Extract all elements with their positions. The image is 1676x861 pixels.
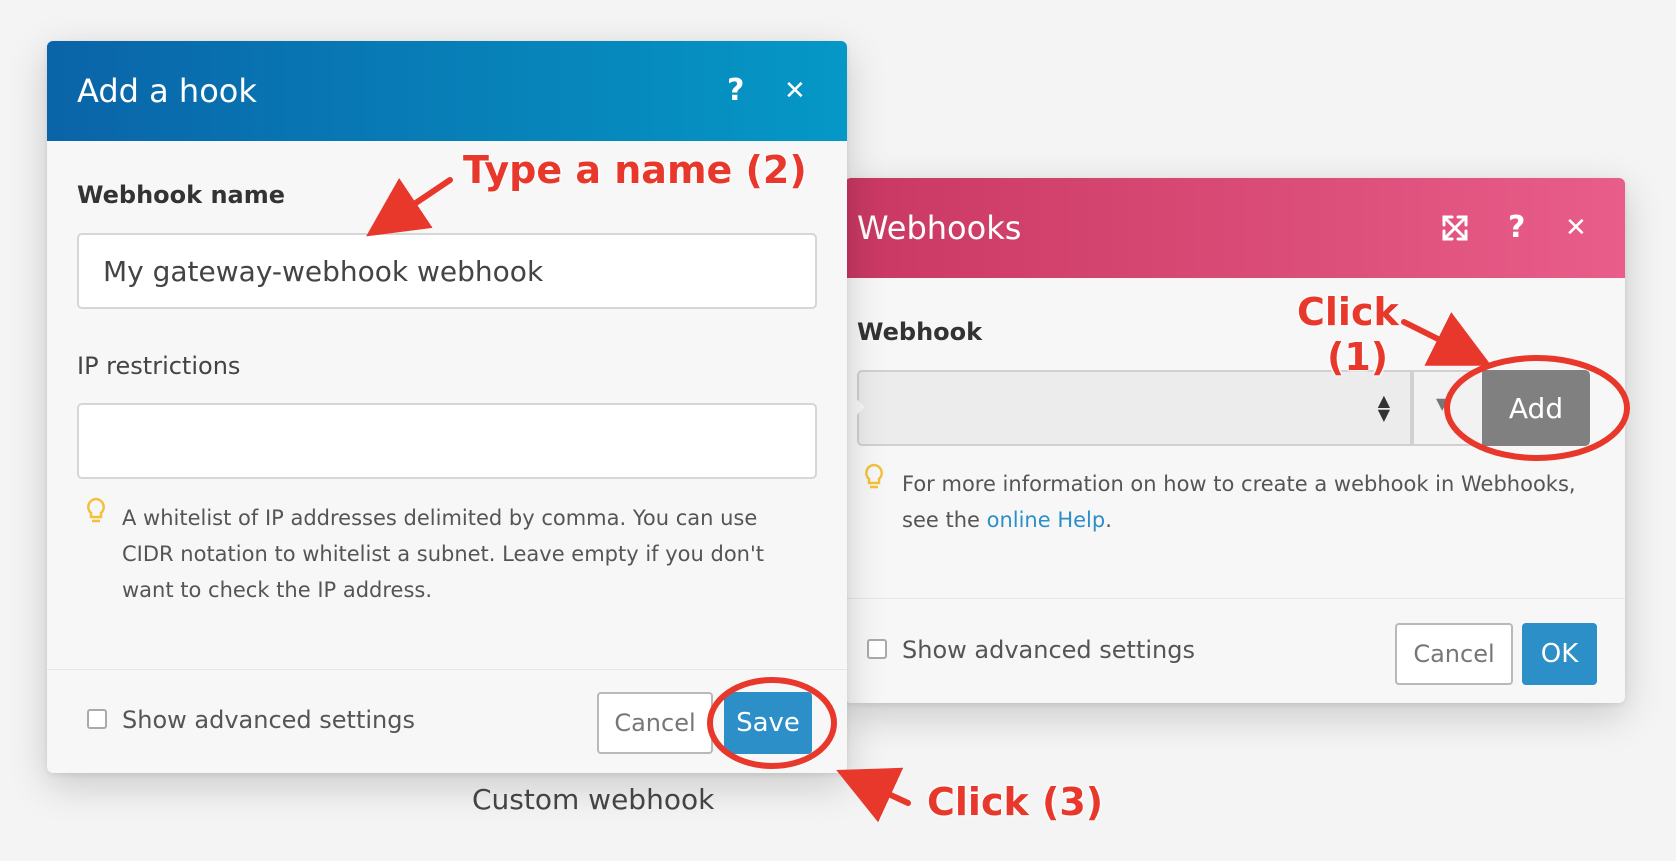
- webhook-field-label: Webhook: [857, 318, 983, 346]
- webhook-name-label: Webhook name: [77, 181, 286, 209]
- close-icon[interactable]: ✕: [1565, 178, 1587, 278]
- webhooks-cancel-button[interactable]: Cancel: [1395, 623, 1513, 685]
- webhooks-footer-divider: [845, 598, 1625, 599]
- webhook-dropdown-toggle[interactable]: ▼: [1412, 370, 1482, 446]
- help-prefix: see the: [902, 508, 987, 532]
- help-suffix: .: [1105, 508, 1112, 532]
- ip-restrictions-label: IP restrictions: [77, 352, 241, 380]
- webhooks-dialog: Webhooks ? ✕ Webhook ▲ ▼ ▼ Add For more i…: [845, 178, 1625, 703]
- webhook-select[interactable]: ▲ ▼: [857, 370, 1412, 446]
- help-icon[interactable]: ?: [1508, 178, 1525, 278]
- cancel-button[interactable]: Cancel: [597, 692, 713, 754]
- ip-restrictions-input[interactable]: [77, 403, 817, 479]
- annotation-click1-number: (1): [1327, 335, 1389, 379]
- add-webhook-button[interactable]: Add: [1482, 370, 1590, 446]
- annotation-click3: Click (3): [927, 780, 1104, 824]
- expand-icon[interactable]: [1440, 178, 1470, 284]
- webhook-name-input[interactable]: My gateway-webhook webhook: [77, 233, 817, 309]
- annotation-click1: Click: [1297, 290, 1399, 334]
- webhooks-help-line1: For more information on how to create a …: [902, 472, 1576, 496]
- ip-help-line3: want to check the IP address.: [122, 578, 433, 602]
- ip-help-line2: CIDR notation to whitelist a subnet. Lea…: [122, 542, 764, 566]
- save-button[interactable]: Save: [724, 692, 812, 754]
- lightbulb-icon: [863, 463, 885, 500]
- module-caption: Custom webhook: [472, 783, 715, 816]
- annotation-type-name: Type a name (2): [463, 148, 807, 192]
- advanced-settings-label: Show advanced settings: [122, 706, 415, 734]
- online-help-link[interactable]: online Help: [987, 508, 1106, 532]
- lightbulb-icon: [85, 497, 107, 534]
- add-hook-footer-divider: [47, 669, 847, 670]
- chevron-down-icon: ▼: [1436, 394, 1449, 413]
- ok-button[interactable]: OK: [1522, 623, 1597, 685]
- sort-arrows-icon: ▲ ▼: [1377, 391, 1390, 424]
- advanced-settings-checkbox[interactable]: [87, 709, 107, 729]
- webhooks-help-text: For more information on how to create a …: [902, 466, 1602, 538]
- ip-help-line1: A whitelist of IP addresses delimited by…: [122, 506, 758, 530]
- close-icon[interactable]: ✕: [784, 41, 806, 141]
- arrow-to-save-button: [836, 767, 911, 823]
- advanced-settings-checkbox[interactable]: [867, 639, 887, 659]
- webhooks-dialog-header: Webhooks ? ✕: [845, 178, 1625, 278]
- advanced-settings-label: Show advanced settings: [902, 636, 1195, 664]
- add-hook-dialog-title: Add a hook: [77, 72, 257, 110]
- webhooks-help-line2: see the online Help.: [902, 502, 1602, 538]
- ip-help-text: A whitelist of IP addresses delimited by…: [122, 500, 822, 608]
- webhooks-dialog-title: Webhooks: [857, 209, 1022, 247]
- add-hook-dialog-header: Add a hook ? ✕: [47, 41, 847, 141]
- help-icon[interactable]: ?: [727, 41, 744, 141]
